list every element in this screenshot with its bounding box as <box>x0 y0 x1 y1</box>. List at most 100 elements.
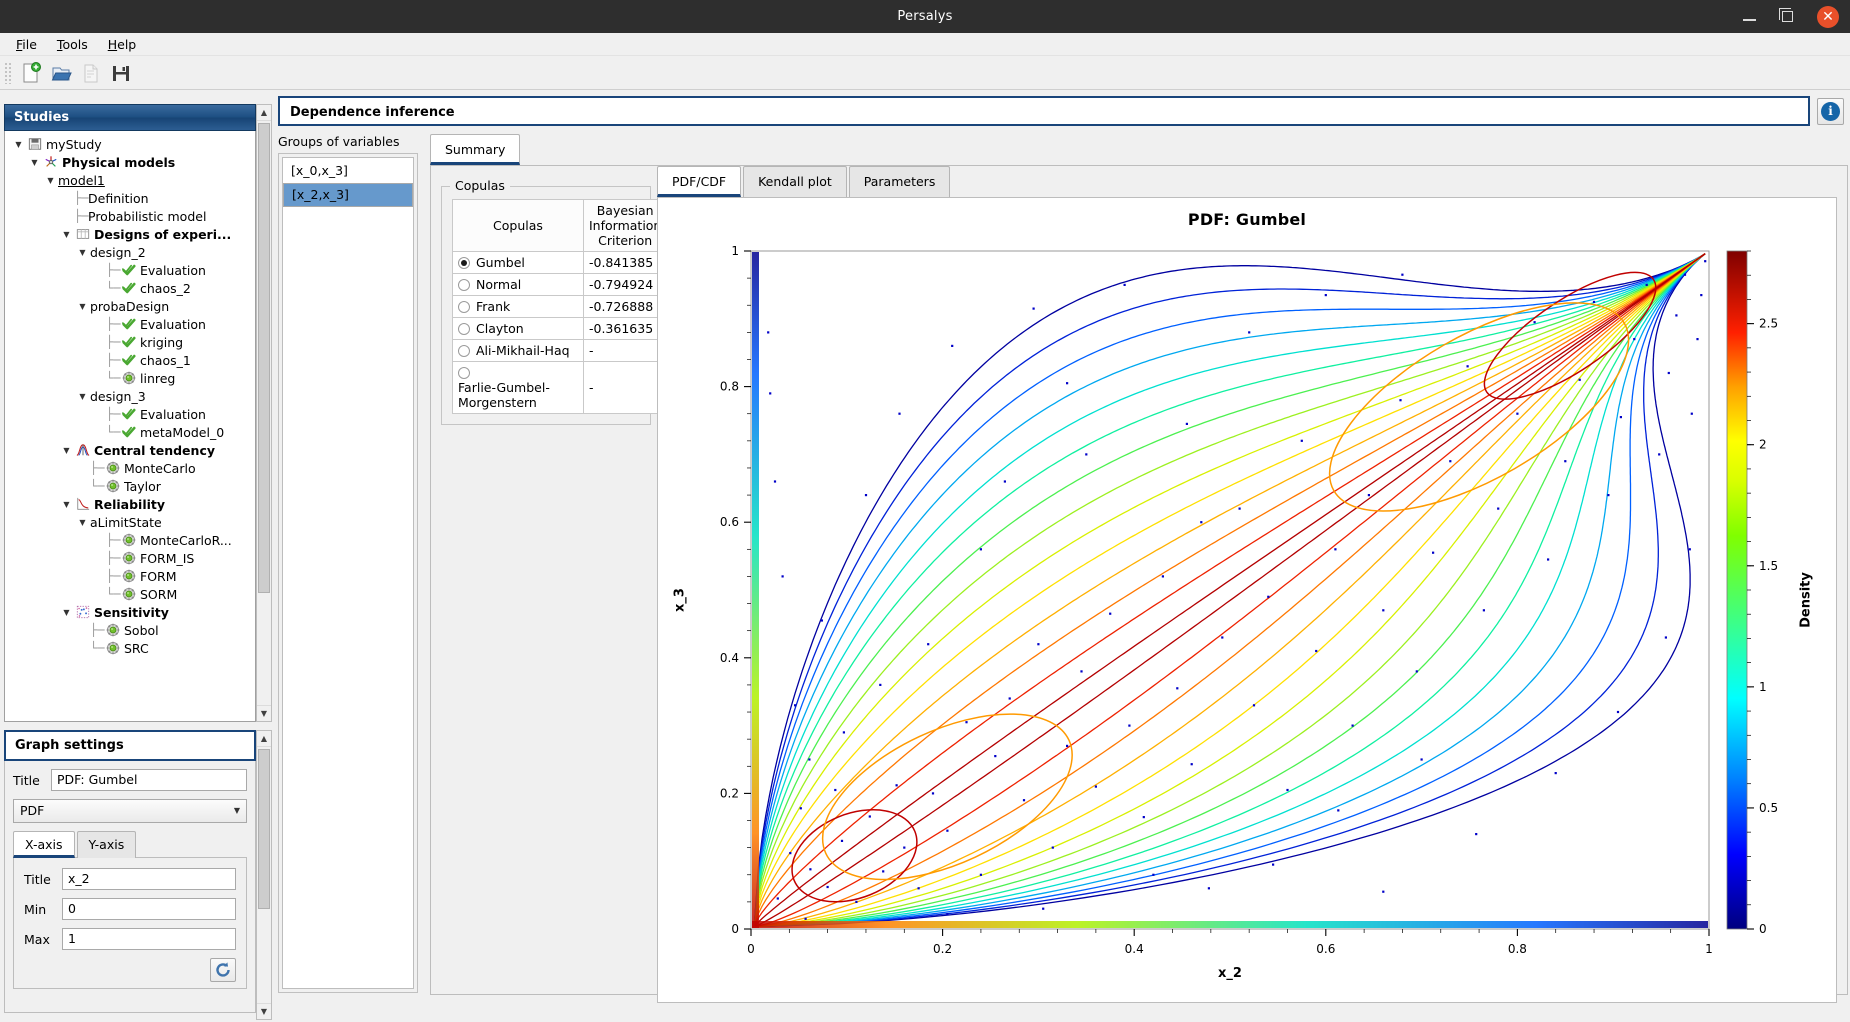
radio-button[interactable] <box>458 323 470 335</box>
tree-item-reliability[interactable]: ▼Reliability <box>5 495 255 513</box>
graph-title-input[interactable]: PDF: Gumbel <box>51 769 247 791</box>
scroll-thumb[interactable] <box>258 123 270 593</box>
svg-text:2: 2 <box>1759 438 1767 452</box>
tree-item-chaos-2[interactable]: └─chaos_2 <box>5 279 255 297</box>
table-row[interactable]: Frank-0.726888 <box>453 296 667 318</box>
tree-item-taylor[interactable]: └─Taylor <box>5 477 255 495</box>
radio-button[interactable] <box>458 367 470 379</box>
tree-item-probabilistic-model[interactable]: ├─Probabilistic model <box>5 207 255 225</box>
tree-item-kriging[interactable]: ├─kriging <box>5 333 255 351</box>
expand-triangle-icon[interactable]: ▼ <box>59 500 74 509</box>
table-row[interactable]: Ali-Mikhail-Haq- <box>453 340 667 362</box>
maximize-icon[interactable] <box>1768 0 1806 33</box>
scroll-up-icon[interactable]: ▲ <box>257 105 271 121</box>
tab-summary[interactable]: Summary <box>430 134 520 165</box>
copula-name-cell[interactable]: Frank <box>453 296 584 318</box>
tree-item-form[interactable]: ├─FORM <box>5 567 255 585</box>
tree-item-design-2[interactable]: ▼design_2 <box>5 243 255 261</box>
table-row[interactable]: Gumbel-0.841385 <box>453 252 667 274</box>
table-row[interactable]: Farlie-Gumbel-Morgenstern- <box>453 362 667 414</box>
studies-tree[interactable]: ▼myStudy▼Physical models▼model1├─Definit… <box>4 131 256 722</box>
expand-triangle-icon[interactable]: ▼ <box>43 176 58 185</box>
copula-name-cell[interactable]: Clayton <box>453 318 584 340</box>
tree-item-probadesign[interactable]: ▼probaDesign <box>5 297 255 315</box>
tree-item-metamodel-0[interactable]: └─metaModel_0 <box>5 423 255 441</box>
axis-title-input[interactable]: x_2 <box>62 868 236 890</box>
gs-scroll-up-icon[interactable]: ▲ <box>257 731 271 747</box>
scroll-down-icon[interactable]: ▼ <box>257 705 271 721</box>
copulas-table[interactable]: CopulasBayesian Information CriterionGum… <box>452 199 667 414</box>
save-study-icon[interactable] <box>106 59 136 87</box>
expand-triangle-icon[interactable]: ▼ <box>75 392 90 401</box>
expand-triangle-icon[interactable]: ▼ <box>75 248 90 257</box>
tree-item-evaluation[interactable]: ├─Evaluation <box>5 261 255 279</box>
tree-item-alimitstate[interactable]: ▼aLimitState <box>5 513 255 531</box>
tree-item-definition[interactable]: ├─Definition <box>5 189 255 207</box>
expand-triangle-icon[interactable]: ▼ <box>59 446 74 455</box>
gs-scroll-down-icon[interactable]: ▼ <box>257 1003 271 1019</box>
tree-item-evaluation[interactable]: ├─Evaluation <box>5 405 255 423</box>
axis-min-label: Min <box>24 902 62 917</box>
tree-item-montecarlor[interactable]: ├─MonteCarloR... <box>5 531 255 549</box>
chart-canvas[interactable]: 00.20.40.60.8100.20.40.60.81x_200.511.52… <box>658 229 1836 989</box>
radio-button[interactable] <box>458 257 470 269</box>
tab-parameters[interactable]: Parameters <box>849 166 951 197</box>
table-row[interactable]: Clayton-0.361635 <box>453 318 667 340</box>
tree-item-src[interactable]: └─SRC <box>5 639 255 657</box>
new-study-icon[interactable] <box>16 59 46 87</box>
tree-item-sobol[interactable]: ├─Sobol <box>5 621 255 639</box>
tab-y-axis[interactable]: Y-axis <box>77 831 137 858</box>
tree-item-sensitivity[interactable]: ▼Sensitivity <box>5 603 255 621</box>
menu-tools[interactable]: Tools <box>47 34 98 55</box>
tab-pdf-cdf[interactable]: PDF/CDF <box>657 166 741 197</box>
copula-name-cell[interactable]: Gumbel <box>453 252 584 274</box>
open-study-icon[interactable] <box>46 59 76 87</box>
copula-name-cell[interactable]: Ali-Mikhail-Haq <box>453 340 584 362</box>
group-item[interactable]: [x_2,x_3] <box>283 183 413 207</box>
tree-item-central-tendency[interactable]: ▼Central tendency <box>5 441 255 459</box>
tree-item-linreg[interactable]: └─linreg <box>5 369 255 387</box>
radio-button[interactable] <box>458 279 470 291</box>
axis-min-input[interactable]: 0 <box>62 898 236 920</box>
import-script-icon[interactable] <box>76 59 106 87</box>
menu-file[interactable]: File <box>6 34 47 55</box>
menu-help[interactable]: Help <box>98 34 147 55</box>
expand-triangle-icon[interactable]: ▼ <box>11 140 26 149</box>
copula-bic-cell: -0.361635 <box>584 318 667 340</box>
graph-settings-scrollbar[interactable]: ▲ ▼ <box>256 730 272 1020</box>
close-icon[interactable]: ✕ <box>1806 0 1850 33</box>
tree-item-designs-of-experi[interactable]: ▼Designs of experi... <box>5 225 255 243</box>
expand-triangle-icon[interactable]: ▼ <box>75 302 90 311</box>
tree-item-evaluation[interactable]: ├─Evaluation <box>5 315 255 333</box>
table-row[interactable]: Normal-0.794924 <box>453 274 667 296</box>
tab-x-axis[interactable]: X-axis <box>13 831 75 858</box>
tree-item-form-is[interactable]: ├─FORM_IS <box>5 549 255 567</box>
tab-kendall-plot[interactable]: Kendall plot <box>743 166 847 197</box>
axis-max-input[interactable]: 1 <box>62 928 236 950</box>
tree-item-label: SORM <box>140 587 177 602</box>
expand-triangle-icon[interactable]: ▼ <box>75 518 90 527</box>
plot-type-select[interactable]: PDF ▼ <box>13 799 247 823</box>
tree-item-chaos-1[interactable]: ├─chaos_1 <box>5 351 255 369</box>
tree-item-model1[interactable]: ▼model1 <box>5 171 255 189</box>
minimize-icon[interactable] <box>1730 0 1768 33</box>
radio-button[interactable] <box>458 301 470 313</box>
copula-name-cell[interactable]: Farlie-Gumbel-Morgenstern <box>453 362 584 414</box>
radio-button[interactable] <box>458 345 470 357</box>
tree-item-sorm[interactable]: └─SORM <box>5 585 255 603</box>
info-button[interactable]: i <box>1817 98 1844 125</box>
expand-triangle-icon[interactable]: ▼ <box>27 158 42 167</box>
group-item[interactable]: [x_0,x_3] <box>283 158 413 183</box>
tree-item-physical-models[interactable]: ▼Physical models <box>5 153 255 171</box>
groups-list[interactable]: [x_0,x_3][x_2,x_3] <box>282 157 414 989</box>
refresh-icon[interactable] <box>210 958 236 982</box>
expand-triangle-icon[interactable]: ▼ <box>59 608 74 617</box>
toolbar-grip[interactable] <box>4 62 12 84</box>
tree-item-design-3[interactable]: ▼design_3 <box>5 387 255 405</box>
copula-name-cell[interactable]: Normal <box>453 274 584 296</box>
tree-item-mystudy[interactable]: ▼myStudy <box>5 135 255 153</box>
tree-item-montecarlo[interactable]: ├─MonteCarlo <box>5 459 255 477</box>
studies-scrollbar[interactable]: ▲ ▼ <box>256 104 272 722</box>
expand-triangle-icon[interactable]: ▼ <box>59 230 74 239</box>
gs-scroll-thumb[interactable] <box>258 749 270 909</box>
